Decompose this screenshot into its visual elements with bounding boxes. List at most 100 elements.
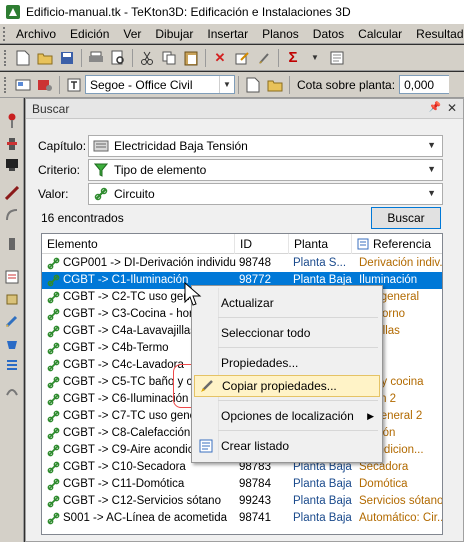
new-file-icon[interactable]	[13, 48, 33, 68]
column-header-elemento[interactable]: Elemento	[42, 234, 235, 254]
report-icon[interactable]	[327, 48, 347, 68]
edit-icon[interactable]	[232, 48, 252, 68]
line-tool-icon[interactable]	[3, 184, 21, 202]
copy-properties-brush-icon[interactable]	[254, 48, 274, 68]
valor-select[interactable]: Circuito ▼	[88, 183, 443, 205]
menu-archivo[interactable]: Archivo	[9, 24, 63, 44]
menu-separator	[218, 347, 378, 348]
menu-item-actualizar[interactable]: Actualizar	[194, 292, 380, 314]
circuit-icon	[46, 376, 60, 390]
cell-elemento: CGP001 -> DI-Derivación individual	[46, 255, 236, 272]
cell-elemento: CGBT -> C12-Servicios sótano	[46, 493, 236, 510]
menu-item-crear-listado[interactable]: Crear listado	[194, 435, 380, 457]
cota-input[interactable]: 0,000	[399, 75, 450, 94]
menu-item-opciones-localizacion[interactable]: Opciones de localización ▶	[194, 405, 380, 427]
chevron-down-icon[interactable]: ▼	[427, 164, 436, 174]
valor-row: Valor: Circuito ▼	[38, 183, 443, 205]
pencil-tool-icon[interactable]	[3, 312, 21, 330]
menu-item-copiar-propiedades[interactable]: Copiar propiedades...	[194, 375, 380, 397]
chevron-down-icon[interactable]: ▼	[219, 76, 234, 93]
flow-tool-icon[interactable]	[3, 356, 21, 374]
format-toolbar: Segoe - Office Civil ▼ Cota sobre planta…	[0, 72, 464, 98]
cota-label: Cota sobre planta:	[297, 77, 396, 92]
menu-resultado[interactable]: Resultado	[409, 24, 464, 44]
folder-sheet-icon[interactable]	[265, 75, 285, 95]
circuit-icon	[46, 359, 60, 373]
paint-brush-icon	[195, 378, 219, 394]
table-row[interactable]: S001 -> AC-Línea de acometida 98741 Planta…	[42, 510, 442, 527]
print-preview-icon[interactable]	[108, 48, 128, 68]
menu-dibujar[interactable]: Dibujar	[148, 24, 200, 44]
menu-item-seleccionar-todo[interactable]: Seleccionar todo	[194, 322, 380, 344]
circuit-icon	[46, 427, 60, 441]
pipe-tool-icon[interactable]	[3, 235, 21, 253]
cell-planta: Planta S...	[293, 257, 347, 269]
note-tool-icon[interactable]	[3, 268, 21, 286]
title-bar: Edificio-manual.tk - TeKton3D: Edificaci…	[0, 0, 464, 24]
open-folder-icon[interactable]	[35, 48, 55, 68]
cell-id: 98741	[239, 512, 271, 524]
chevron-down-icon[interactable]: ▼	[427, 188, 436, 198]
list-report-icon	[194, 439, 218, 453]
circuit-icon	[46, 495, 60, 509]
menu-datos[interactable]: Datos	[306, 24, 351, 44]
circuit-icon	[46, 512, 60, 526]
delete-icon[interactable]: ✕	[210, 48, 230, 68]
table-row[interactable]: CGBT -> C12-Servicios sótano 99243 Planta …	[42, 493, 442, 510]
menu-item-propiedades[interactable]: Propiedades...	[194, 352, 380, 374]
table-row[interactable]: CGBT -> C11-Domótica 98784 Planta Baja Domó…	[42, 476, 442, 493]
save-icon[interactable]	[57, 48, 77, 68]
pin-icon[interactable]: 📌	[429, 102, 441, 113]
toolbar-grip[interactable]	[4, 76, 8, 93]
copy-icon[interactable]	[159, 48, 179, 68]
table-row[interactable]: CGP001 -> DI-Derivación individual 98748 P…	[42, 255, 442, 272]
menu-planos[interactable]: Planos	[255, 24, 306, 44]
cota-value: 0,000	[404, 77, 435, 92]
pin-tool-icon[interactable]	[3, 112, 21, 130]
font-style-select[interactable]: Segoe - Office Civil ▼	[85, 75, 235, 94]
bucket-tool-icon[interactable]	[3, 334, 21, 352]
sum-icon[interactable]: Σ	[283, 48, 303, 68]
panel-tool-icon[interactable]	[3, 156, 21, 174]
circuit-icon	[46, 274, 60, 288]
window-title: Edificio-manual.tk - TeKton3D: Edificaci…	[26, 5, 351, 19]
cell-elemento-text: CGBT -> C3-Cocina - horno	[63, 308, 206, 320]
new-sheet-icon[interactable]	[243, 75, 263, 95]
buscar-button[interactable]: Buscar	[371, 207, 441, 229]
shape-tool-icon[interactable]	[3, 381, 21, 399]
toolbar-separator	[278, 48, 279, 67]
menu-item-label: Opciones de localización	[221, 409, 354, 423]
cell-elemento: CGBT -> C11-Domótica	[46, 476, 236, 493]
arc-tool-icon[interactable]	[3, 206, 21, 224]
column-header-id[interactable]: ID	[235, 234, 289, 254]
layer-icon[interactable]	[13, 75, 33, 95]
circuit-icon	[46, 291, 60, 305]
mouse-cursor-icon	[184, 282, 202, 306]
column-header-referencia[interactable]: Referencia	[352, 234, 442, 254]
column-header-planta[interactable]: Planta	[289, 234, 352, 254]
capitulo-select[interactable]: Electricidad Baja Tensión ▼	[88, 135, 443, 157]
text-style-icon[interactable]	[64, 75, 84, 95]
close-icon[interactable]: ✕	[447, 101, 457, 115]
valve-tool-icon[interactable]	[3, 135, 21, 153]
menu-insertar[interactable]: Insertar	[200, 24, 255, 44]
font-style-value: Segoe - Office Civil	[90, 77, 193, 92]
criterio-select[interactable]: Tipo de elemento ▼	[88, 159, 443, 181]
toolbar-grip[interactable]	[4, 49, 8, 66]
print-icon[interactable]	[86, 48, 106, 68]
dropdown-arrow-icon[interactable]: ▼	[305, 48, 325, 68]
menu-calcular[interactable]: Calcular	[351, 24, 409, 44]
cell-elemento-text: CGBT -> C1-Iluminación	[63, 274, 189, 286]
menubar-grip[interactable]	[3, 26, 5, 41]
cut-icon[interactable]	[137, 48, 157, 68]
toolbar-separator	[238, 75, 239, 94]
menu-ver[interactable]: Ver	[116, 24, 148, 44]
paste-icon[interactable]	[181, 48, 201, 68]
cell-planta: Planta Baja	[293, 478, 352, 490]
panel-header: Buscar 📌 ✕	[26, 99, 463, 119]
electrical-panel-icon	[93, 138, 109, 154]
box-tool-icon[interactable]	[3, 290, 21, 308]
menu-edicion[interactable]: Edición	[63, 24, 116, 44]
chevron-down-icon[interactable]: ▼	[427, 140, 436, 150]
settings-icon[interactable]	[35, 75, 55, 95]
